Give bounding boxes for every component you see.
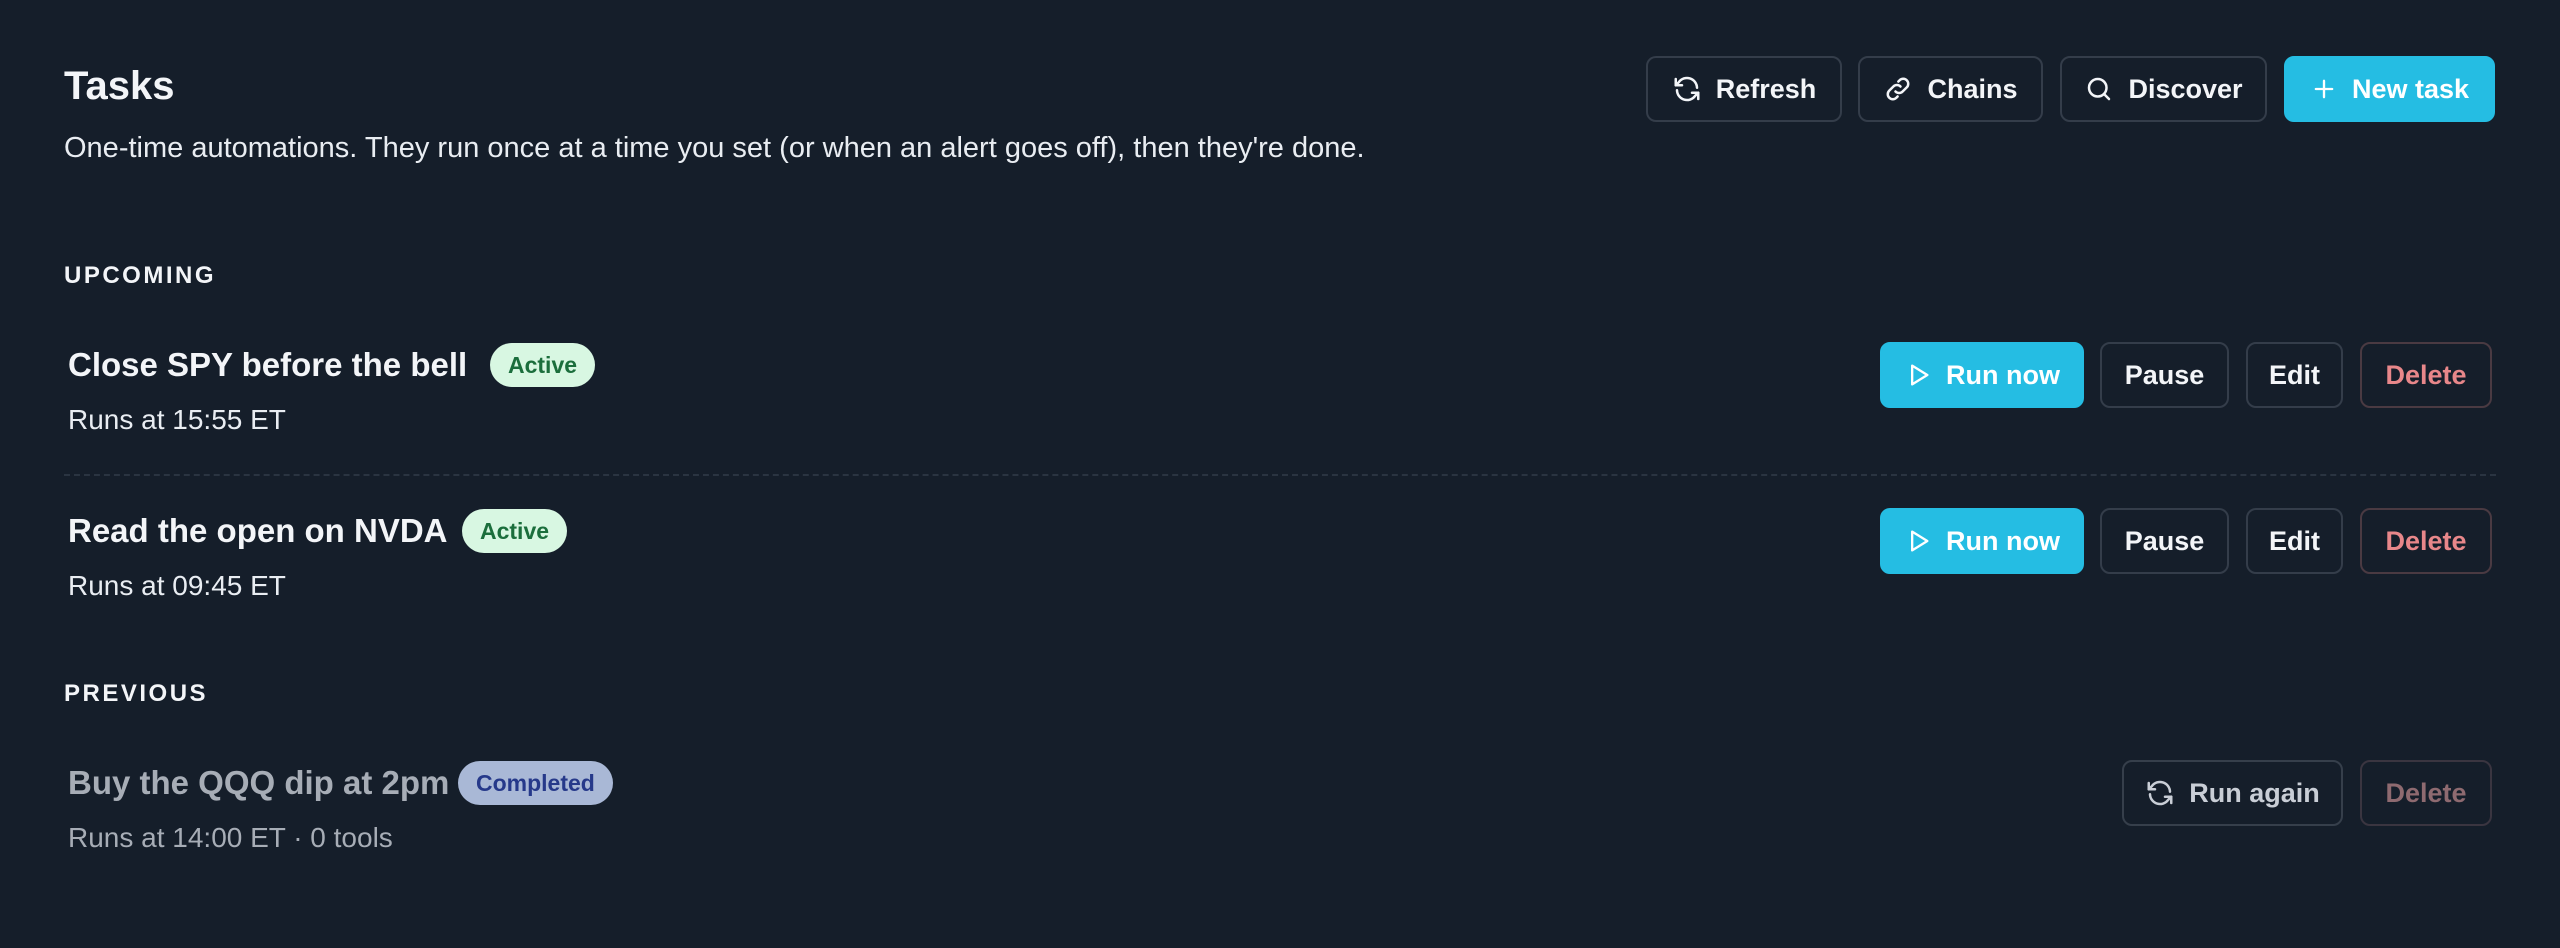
edit-button[interactable]: Edit	[2246, 508, 2343, 574]
run-now-label: Run now	[1946, 525, 2060, 556]
divider	[64, 474, 2496, 476]
plus-icon	[2310, 75, 2338, 103]
delete-button[interactable]: Delete	[2360, 508, 2492, 574]
status-badge: Completed	[458, 761, 613, 805]
refresh-button-label: Refresh	[1715, 73, 1817, 104]
play-icon	[1904, 527, 1932, 555]
run-now-button[interactable]: Run now	[1880, 342, 2084, 408]
edit-label: Edit	[2269, 525, 2320, 556]
delete-button[interactable]: Delete	[2360, 760, 2492, 826]
refresh-icon	[1672, 74, 1702, 104]
section-label-previous: PREVIOUS	[64, 680, 209, 707]
status-badge: Active	[462, 509, 568, 553]
task-title: Buy the QQQ dip at 2pm	[68, 764, 450, 801]
pause-button[interactable]: Pause	[2100, 342, 2229, 408]
run-again-label: Run again	[2189, 777, 2320, 808]
play-icon	[1904, 361, 1932, 389]
delete-button[interactable]: Delete	[2360, 342, 2492, 408]
refresh-icon	[2145, 778, 2175, 808]
chains-button-label: Chains	[1927, 73, 2018, 104]
task-tools-count: · 0 tools	[293, 822, 393, 853]
link-icon	[1883, 74, 1913, 104]
status-badge: Active	[490, 343, 596, 387]
pause-button[interactable]: Pause	[2100, 508, 2229, 574]
pause-label: Pause	[2124, 525, 2205, 556]
new-task-button[interactable]: New task	[2284, 56, 2495, 122]
new-task-button-label: New task	[2351, 73, 2470, 104]
task-schedule-time: Runs at 14:00 ET	[68, 822, 286, 853]
delete-label: Delete	[2385, 359, 2467, 390]
page-subtitle: One-time automations. They run once at a…	[64, 132, 1365, 164]
task-schedule: Runs at 14:00 ET · 0 tools	[68, 820, 393, 856]
refresh-button[interactable]: Refresh	[1646, 56, 1842, 122]
tasks-page: Tasks One-time automations. They run onc…	[0, 0, 2560, 948]
run-now-button[interactable]: Run now	[1880, 508, 2084, 574]
section-label-upcoming: UPCOMING	[64, 262, 216, 289]
pause-label: Pause	[2124, 359, 2205, 390]
task-title: Close SPY before the bell	[68, 346, 468, 383]
run-now-label: Run now	[1946, 359, 2060, 390]
edit-button[interactable]: Edit	[2246, 342, 2343, 408]
task-schedule: Runs at 09:45 ET	[68, 570, 286, 601]
task-schedule: Runs at 15:55 ET	[68, 404, 286, 435]
delete-label: Delete	[2385, 525, 2467, 556]
chains-button[interactable]: Chains	[1858, 56, 2043, 122]
page-title: Tasks	[64, 64, 175, 108]
discover-button[interactable]: Discover	[2060, 56, 2267, 122]
task-title: Read the open on NVDA	[68, 512, 448, 549]
search-icon	[2084, 74, 2114, 104]
edit-label: Edit	[2269, 359, 2320, 390]
run-again-button[interactable]: Run again	[2122, 760, 2343, 826]
discover-button-label: Discover	[2128, 73, 2243, 104]
delete-label: Delete	[2385, 777, 2467, 808]
